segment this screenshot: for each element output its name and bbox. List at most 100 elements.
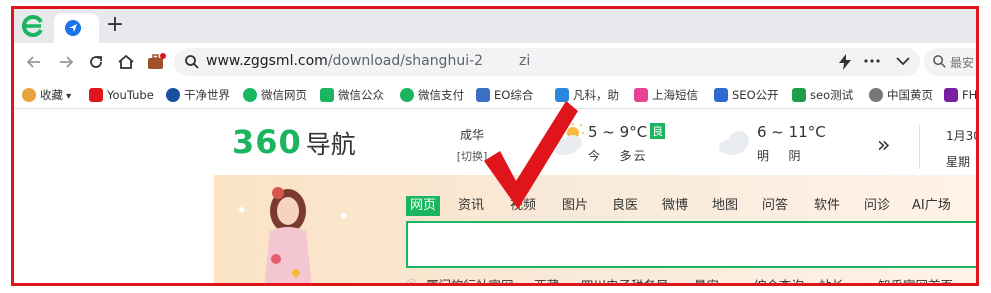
category-tab[interactable]: 地图 — [712, 196, 738, 216]
hot-link[interactable]: 站长seo — [819, 275, 866, 283]
search-banner: ✦ ✦ 网页资讯视频图片良医微博地图问答软件问诊AI广场 ◎厦门旅行社官网西藏四… — [214, 175, 976, 283]
seo-public-icon — [714, 88, 728, 102]
tab-strip: + — [14, 9, 976, 43]
hot-link[interactable]: 西藏 — [534, 275, 559, 283]
url-tail: zi — [519, 53, 531, 69]
bookmark-label: YouTube — [107, 88, 154, 102]
tomorrow-temp: 6 ~ 11°C — [757, 123, 826, 141]
hot-icon: ◎ — [406, 275, 417, 283]
dropdown-arrow-icon[interactable]: ▾ — [63, 91, 71, 102]
page-content: 360 导航 成华 [切换] 5 ~ 9°C 良 今 多云 6 ~ 11°C 明 阴… — [14, 101, 976, 283]
seo-icon — [476, 88, 490, 102]
address-bar[interactable]: www.zggsml.com/download/shanghui-2 zi — [174, 48, 920, 76]
navigation-icon — [65, 20, 81, 36]
more-dots-icon[interactable] — [864, 59, 880, 63]
tomorrow-weather: 阴 — [788, 149, 803, 163]
bookmark-item[interactable]: FH — [944, 86, 976, 104]
bookmark-label: EO综合 — [494, 88, 534, 102]
wechat-official-icon — [320, 88, 334, 102]
logo-text: 导航 — [305, 130, 356, 159]
bookmark-item[interactable]: 上海短信 — [634, 86, 698, 104]
hot-link[interactable]: 知乎官网首页 — [878, 275, 953, 283]
date-widget: 1月30 星期 — [946, 127, 976, 170]
bookmark-item[interactable]: 微信支付 — [400, 86, 464, 104]
bookmark-item[interactable]: 中国黄页 — [869, 86, 933, 104]
bookmark-label: 微信公众 — [338, 88, 384, 102]
back-icon[interactable] — [24, 52, 44, 72]
today-label: 今 — [588, 149, 603, 163]
bookmark-item[interactable]: 干净世界 — [166, 86, 230, 104]
hot-link[interactable]: 厦门旅行社官网 — [426, 275, 514, 283]
today-weather: 多云 — [619, 149, 648, 163]
date-text: 1月30 — [946, 129, 976, 143]
category-tab[interactable]: AI广场 — [912, 196, 951, 216]
bookmark-label: 干净世界 — [184, 88, 230, 102]
home-icon[interactable] — [116, 52, 136, 72]
fh-icon — [944, 88, 958, 102]
screenshot-frame: + www.zggsml.com/download/shanghui-2 zi 最… — [11, 6, 979, 286]
seo-test-icon — [792, 88, 806, 102]
weather-tomorrow[interactable]: 6 ~ 11°C 明 阴 — [757, 123, 826, 164]
hot-link[interactable]: 曼安 — [694, 275, 719, 283]
bookmark-label: 收藏 — [40, 88, 63, 102]
weekday-text: 星期 — [946, 155, 971, 169]
category-tab[interactable]: 良医 — [612, 196, 638, 216]
category-tab[interactable]: 问答 — [762, 196, 788, 216]
site-logo[interactable]: 360 导航 — [232, 123, 356, 161]
briefcase-icon[interactable] — [146, 52, 166, 72]
bookmark-label: 上海短信 — [652, 88, 698, 102]
bookmark-item[interactable]: 收藏 ▾ — [22, 86, 71, 104]
sms-icon — [634, 88, 648, 102]
divider — [919, 125, 920, 169]
checkmark-annotation — [484, 101, 578, 209]
url-text[interactable]: www.zggsml.com/download/shanghui-2 zi — [206, 53, 530, 69]
chevron-down-icon[interactable] — [896, 56, 910, 66]
bookmark-label: 微信支付 — [418, 88, 464, 102]
browser-window: + www.zggsml.com/download/shanghui-2 zi 最… — [14, 9, 976, 283]
category-tab[interactable]: 网页 — [406, 196, 441, 216]
search-icon — [933, 55, 946, 68]
globe-icon — [869, 88, 883, 102]
bookmark-label: seo测试 — [810, 88, 854, 102]
bookmark-label: 微信网页 — [261, 88, 307, 102]
bookmark-item[interactable]: seo测试 — [792, 86, 853, 104]
bookmark-label: 凡科，助 — [573, 88, 619, 102]
today-temp: 5 ~ 9°C — [588, 123, 648, 141]
bookmark-item[interactable]: 微信网页 — [243, 86, 307, 104]
more-weather-button[interactable]: » — [877, 133, 890, 158]
reload-icon[interactable] — [86, 52, 106, 72]
fanke-icon — [555, 88, 569, 102]
new-tab-button[interactable]: + — [104, 14, 126, 37]
tab-active[interactable] — [54, 13, 99, 43]
cloud-icon — [719, 131, 749, 155]
youtube-icon — [89, 88, 103, 102]
search-icon — [185, 55, 199, 69]
url-host: www.zggsml.com — [206, 53, 328, 69]
search-input[interactable] — [406, 221, 976, 268]
category-tab[interactable]: 问诊 — [864, 196, 890, 216]
gjw-icon — [166, 88, 180, 102]
hot-link[interactable]: 四川电子税务局 — [581, 275, 669, 283]
sparkle-icon: ✦ — [338, 209, 350, 225]
category-tab[interactable]: 软件 — [814, 196, 840, 216]
browser-logo-icon — [21, 15, 43, 37]
lightning-icon[interactable] — [838, 54, 852, 70]
tomorrow-label: 明 — [757, 149, 772, 163]
forward-icon[interactable] — [56, 52, 76, 72]
aqi-badge: 良 — [650, 123, 666, 139]
side-search-input[interactable]: 最安 — [924, 48, 976, 76]
bookmark-item[interactable]: 微信公众 — [320, 86, 384, 104]
star-icon — [22, 88, 36, 102]
category-tab[interactable]: 微博 — [662, 196, 688, 216]
toolbar: www.zggsml.com/download/shanghui-2 zi 最安 — [14, 43, 976, 81]
wechat-pay-icon — [400, 88, 414, 102]
bookmark-item[interactable]: YouTube — [89, 86, 154, 104]
url-path: /download/shanghui-2 — [327, 53, 484, 69]
bookmark-label: SEO公开 — [732, 88, 779, 102]
hot-link[interactable]: seo综合查询 — [732, 275, 804, 283]
side-search-placeholder: 最安 — [950, 56, 975, 70]
bookmark-item[interactable]: SEO公开 — [714, 86, 779, 104]
logo-number: 360 — [232, 123, 302, 161]
wechat-icon — [243, 88, 257, 102]
weather-today[interactable]: 5 ~ 9°C 良 今 多云 — [588, 123, 666, 164]
